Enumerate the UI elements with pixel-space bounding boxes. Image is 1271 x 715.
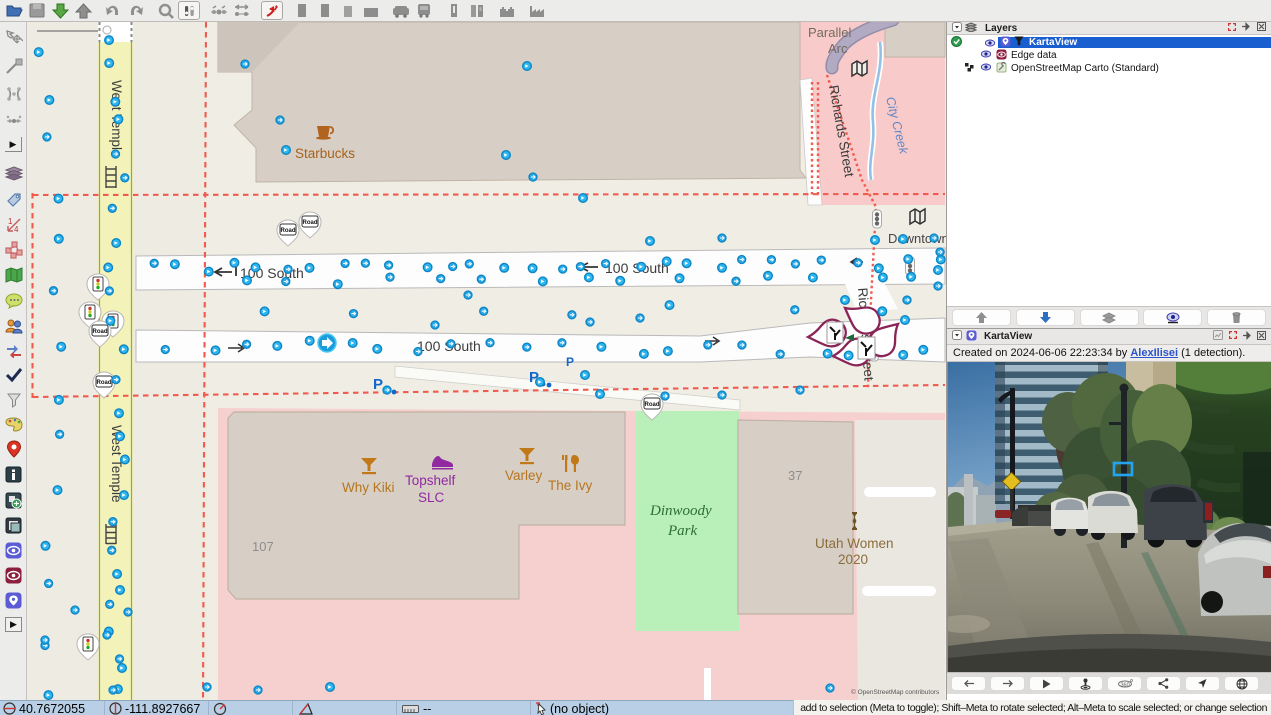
svg-text:Starbucks: Starbucks bbox=[295, 146, 355, 161]
svg-text:The Ivy: The Ivy bbox=[548, 478, 593, 493]
svg-text:360: 360 bbox=[1120, 682, 1129, 688]
svg-text:37: 37 bbox=[788, 468, 802, 483]
svg-text:107: 107 bbox=[252, 539, 274, 554]
svg-text:P: P bbox=[566, 355, 574, 369]
svg-text:Topshelf: Topshelf bbox=[405, 473, 456, 488]
svg-text:P: P bbox=[373, 376, 383, 393]
svg-text:Parallel: Parallel bbox=[808, 25, 851, 40]
svg-text:Why Kiki: Why Kiki bbox=[342, 480, 395, 495]
svg-text:© OpenStreetMap contributors: © OpenStreetMap contributors bbox=[851, 688, 940, 696]
svg-text:1: 1 bbox=[8, 217, 13, 226]
svg-text:Utah Women: Utah Women bbox=[815, 536, 894, 551]
svg-text:Park: Park bbox=[667, 523, 698, 539]
svg-text:4: 4 bbox=[14, 225, 19, 234]
svg-text:Varley: Varley bbox=[505, 468, 543, 483]
svg-text:2020: 2020 bbox=[838, 552, 868, 567]
svg-text:SLC: SLC bbox=[418, 490, 445, 505]
svg-text:Dinwoody: Dinwoody bbox=[649, 503, 712, 519]
svg-text:Arc: Arc bbox=[828, 41, 848, 56]
